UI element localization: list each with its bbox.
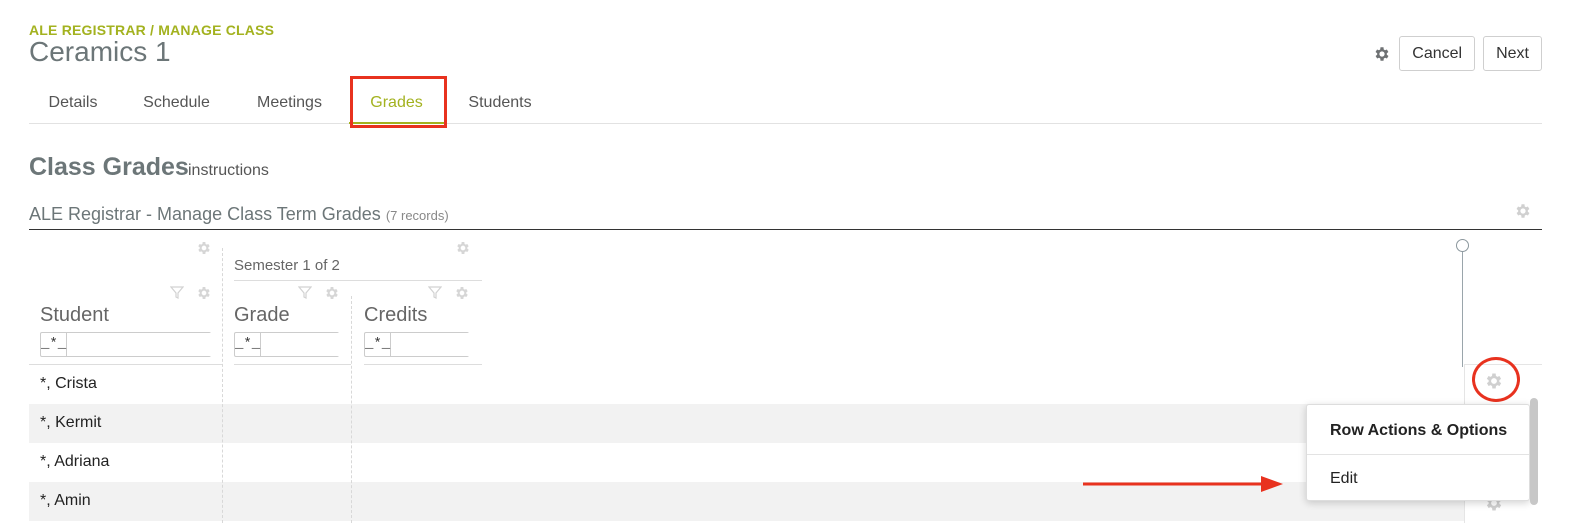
column-group-header: Semester 1 of 2 (234, 257, 340, 274)
filter-icon[interactable] (297, 286, 313, 300)
grade-filter: _*_ (234, 332, 438, 357)
menu-item-edit[interactable]: Edit (1330, 470, 1358, 488)
column-header-grade[interactable]: Grade (234, 304, 290, 327)
filter-operator-button[interactable]: _*_ (41, 333, 68, 356)
tab-bar: Details Schedule Meetings Grades Student… (29, 80, 1542, 124)
student-filter: _*_ (40, 332, 244, 357)
table-row[interactable]: *, Kermit (29, 404, 1464, 443)
next-button[interactable]: Next (1483, 36, 1542, 71)
credits-filter: _*_ (364, 332, 568, 357)
student-name: *, Kermit (40, 414, 102, 431)
slider-knob-icon[interactable] (1456, 239, 1469, 252)
column-header-student[interactable]: Student (40, 304, 109, 327)
tab-students[interactable]: Students (450, 80, 550, 124)
gear-icon[interactable] (196, 285, 212, 301)
section-title: Class Grades (29, 153, 189, 181)
student-name: *, Crista (40, 375, 97, 392)
filter-operator-button[interactable]: _*_ (235, 333, 262, 356)
arrow-right-icon (1083, 476, 1283, 492)
menu-title: Row Actions & Options (1330, 422, 1508, 439)
record-count: (7 records) (385, 208, 449, 223)
table-row[interactable]: *, Crista (29, 365, 1464, 404)
tab-schedule[interactable]: Schedule (117, 80, 236, 124)
column-separator (222, 248, 223, 523)
column-group-divider (234, 280, 482, 281)
scrollbar[interactable] (1530, 398, 1538, 505)
grid-title-text: ALE Registrar - Manage Class Term Grades (29, 204, 381, 224)
gear-icon[interactable] (454, 285, 470, 301)
cancel-button[interactable]: Cancel (1399, 36, 1476, 71)
instructions-link[interactable]: instructions (188, 162, 269, 180)
filter-icon[interactable] (169, 286, 185, 300)
filter-icon[interactable] (427, 286, 443, 300)
header-actions: Cancel Next (1373, 36, 1542, 71)
gear-icon[interactable] (1514, 202, 1532, 220)
gear-icon[interactable] (1373, 45, 1391, 63)
column-resize-line (1462, 251, 1463, 367)
row-actions-menu: Row Actions & Options Edit (1306, 404, 1530, 501)
column-header-credits[interactable]: Credits (364, 304, 427, 327)
gear-icon[interactable] (455, 240, 471, 256)
student-name: *, Adriana (40, 453, 110, 470)
student-filter-input[interactable] (67, 333, 244, 356)
credits-filter-input[interactable] (391, 333, 568, 356)
menu-divider (1307, 454, 1529, 455)
page-title: Ceramics 1 (29, 36, 171, 67)
filter-operator-button[interactable]: _*_ (365, 333, 392, 356)
grid-divider (29, 229, 1542, 230)
grid-title: ALE Registrar - Manage Class Term Grades… (29, 204, 449, 225)
column-separator (351, 296, 352, 523)
gear-highlight-circle (1472, 357, 1520, 402)
gear-icon[interactable] (196, 240, 212, 256)
tab-details[interactable]: Details (29, 80, 117, 124)
tab-meetings[interactable]: Meetings (236, 80, 343, 124)
gear-icon[interactable] (324, 285, 340, 301)
student-name: *, Amin (40, 492, 91, 509)
tab-highlight-box (350, 76, 447, 128)
